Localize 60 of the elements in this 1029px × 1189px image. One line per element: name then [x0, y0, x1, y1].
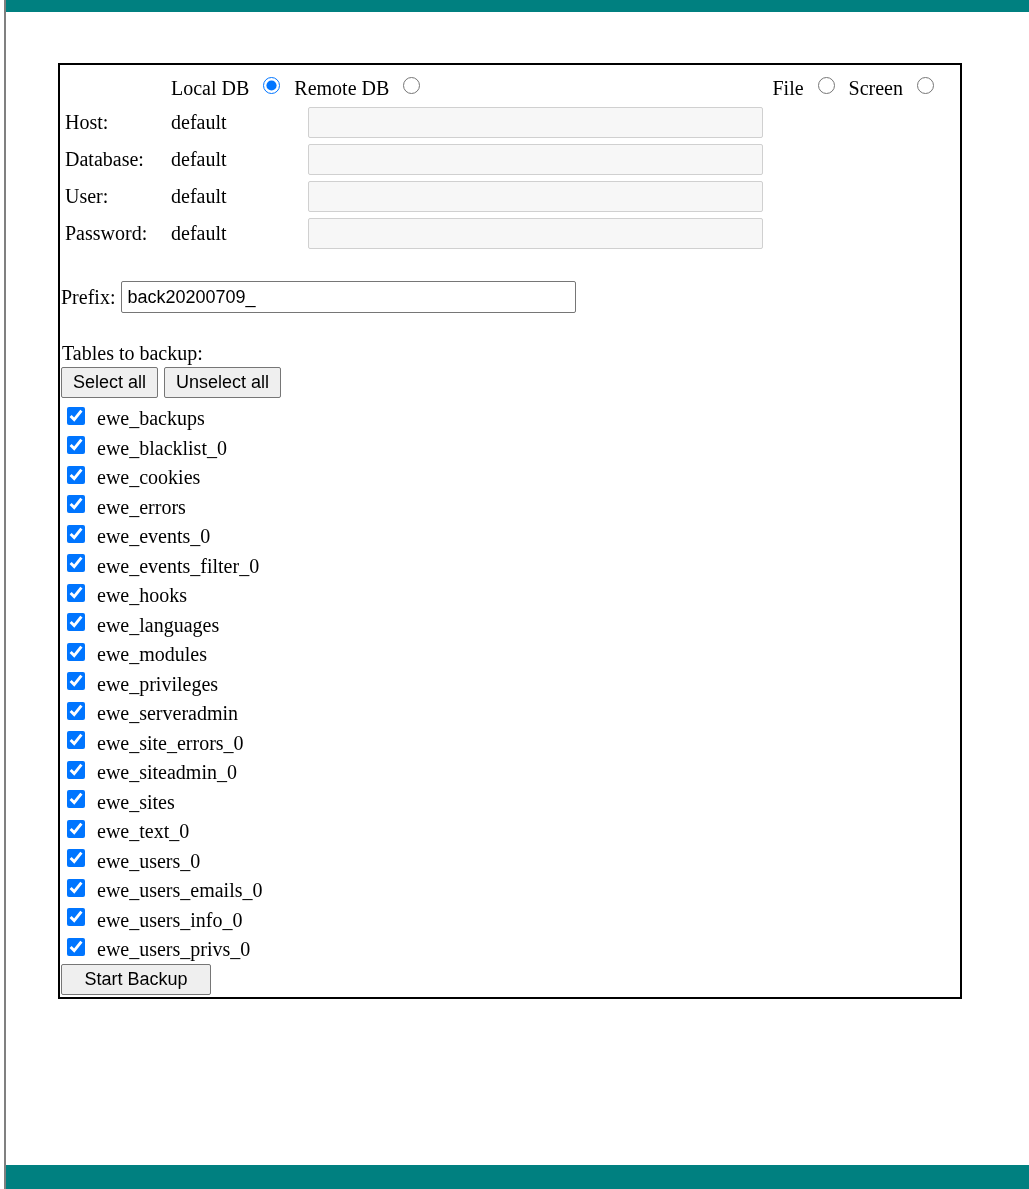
checkbox[interactable] — [67, 465, 85, 484]
checkbox[interactable] — [67, 583, 85, 602]
select-button[interactable]: Select all — [61, 367, 159, 398]
checkbox[interactable] — [67, 554, 85, 573]
table-name: ewe_cookies — [97, 466, 201, 490]
checkbox[interactable] — [67, 642, 85, 661]
radio-button[interactable] — [917, 76, 934, 94]
table-name: ewe_languages — [97, 613, 220, 637]
section-heading: Tables to backup: — [62, 341, 204, 365]
option-label: Local DB — [171, 76, 250, 100]
prefix-field[interactable]: back20200709_ — [121, 281, 577, 313]
field-value: default — [171, 222, 228, 245]
table-name: ewe_users_info_0 — [97, 908, 243, 932]
checkbox[interactable] — [67, 937, 85, 956]
table-name: ewe_serveradmin — [97, 702, 239, 726]
checkbox[interactable] — [67, 406, 85, 425]
table-name: ewe_users_0 — [97, 849, 201, 873]
field-value: default — [171, 111, 228, 134]
checkbox[interactable] — [67, 819, 85, 838]
table-name: ewe_hooks — [97, 584, 187, 608]
start-backup-button[interactable]: Start Backup — [61, 963, 211, 995]
table-name: ewe_errors — [97, 495, 186, 519]
checkbox[interactable] — [67, 613, 85, 632]
option-label: File — [772, 76, 804, 100]
checkbox[interactable] — [67, 878, 85, 897]
table-name: ewe_backups — [97, 407, 205, 431]
field-value: default — [171, 148, 228, 171]
field-label: Database: — [65, 148, 145, 171]
table-name: ewe_events_filter_0 — [97, 554, 260, 578]
checkbox[interactable] — [67, 849, 85, 868]
checkbox[interactable] — [67, 790, 85, 809]
table-name: ewe_text_0 — [97, 820, 190, 844]
field-label: Password: — [65, 222, 149, 245]
table-name: ewe_sites — [97, 790, 175, 814]
checkbox[interactable] — [67, 760, 85, 779]
field-label: User: — [65, 185, 110, 208]
table-name: ewe_events_0 — [97, 525, 211, 549]
radio-button[interactable] — [817, 76, 835, 94]
checkbox[interactable] — [67, 672, 85, 691]
field-value: default — [171, 185, 228, 208]
radio-button[interactable] — [263, 76, 281, 94]
checkbox[interactable] — [67, 524, 85, 543]
table-name: ewe_site_errors_0 — [97, 731, 244, 755]
table-name: ewe_siteadmin_0 — [97, 761, 237, 785]
checkbox[interactable] — [67, 908, 85, 927]
prefix-label: Prefix: — [61, 285, 116, 309]
option-label: Remote DB — [294, 76, 390, 100]
option-label: Screen — [848, 76, 903, 100]
radio-button[interactable] — [403, 76, 421, 94]
table-name: ewe_blacklist_0 — [97, 436, 227, 460]
table-name: ewe_users_privs_0 — [97, 938, 251, 962]
checkbox[interactable] — [67, 731, 85, 750]
field-label: Host: — [65, 111, 110, 134]
checkbox[interactable] — [67, 495, 85, 514]
checkbox[interactable] — [67, 701, 85, 720]
table-name: ewe_modules — [97, 643, 207, 667]
table-name: ewe_users_emails_0 — [97, 879, 263, 903]
select-button[interactable]: Unselect all — [164, 367, 282, 398]
checkbox[interactable] — [67, 436, 85, 455]
table-name: ewe_privileges — [97, 672, 219, 696]
